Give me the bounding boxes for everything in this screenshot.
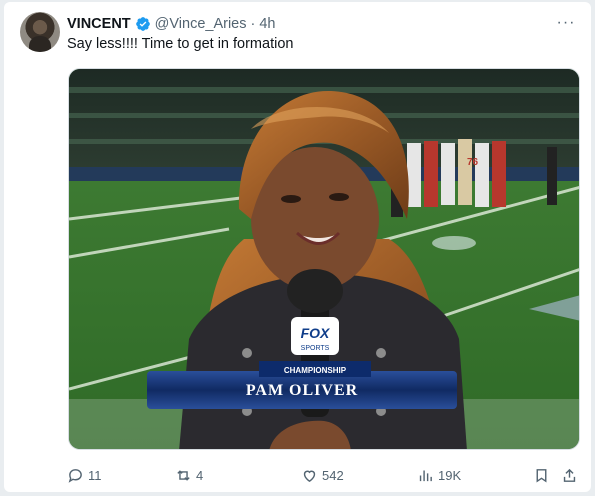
lower-third-name: PAM OLIVER [246,382,358,399]
share-icon [563,468,576,482]
reply-count: 11 [88,467,102,483]
repost-icon [177,469,190,481]
tweet-card[interactable]: VINCENT @Vince_Aries · 4h ··· Say less!!… [4,2,591,492]
network-sub: SPORTS [301,345,330,352]
repost-count: 4 [196,467,204,483]
separator-dot: · [250,16,256,32]
tweet-media-image[interactable]: 76 FOX SPORTS CHAMPIONSHIP PAM OLIVER [68,68,580,450]
reply-icon [68,468,82,483]
views-icon [419,470,432,481]
like-button[interactable]: 542 [301,464,344,486]
action-bar: 11 4 542 19K [67,464,587,486]
more-icon[interactable]: ··· [555,12,577,34]
lower-third-tag: CHAMPIONSHIP [284,366,347,375]
reply-button[interactable]: 11 [67,464,102,486]
bookmark-button[interactable] [533,464,554,486]
tweet-header: VINCENT @Vince_Aries · 4h [67,14,275,34]
user-handle[interactable]: @Vince_Aries [155,16,247,32]
network-logo: FOX [301,325,331,341]
verified-badge-icon [135,17,150,31]
repost-button[interactable]: 4 [175,464,203,486]
like-count: 542 [322,467,344,483]
broadcast-photo: 76 FOX SPORTS CHAMPIONSHIP PAM OLIVER [69,69,579,449]
bookmark-icon [536,468,547,482]
display-name[interactable]: VINCENT [67,16,131,32]
avatar[interactable] [20,12,60,52]
views-count: 19K [438,467,462,483]
share-button[interactable] [561,464,582,486]
like-icon [303,470,316,482]
tweet-text: Say less!!!! Time to get in formation [67,36,294,52]
jersey-number: 76 [467,157,479,168]
views-button[interactable]: 19K [417,464,461,486]
timestamp[interactable]: 4h [259,16,275,32]
